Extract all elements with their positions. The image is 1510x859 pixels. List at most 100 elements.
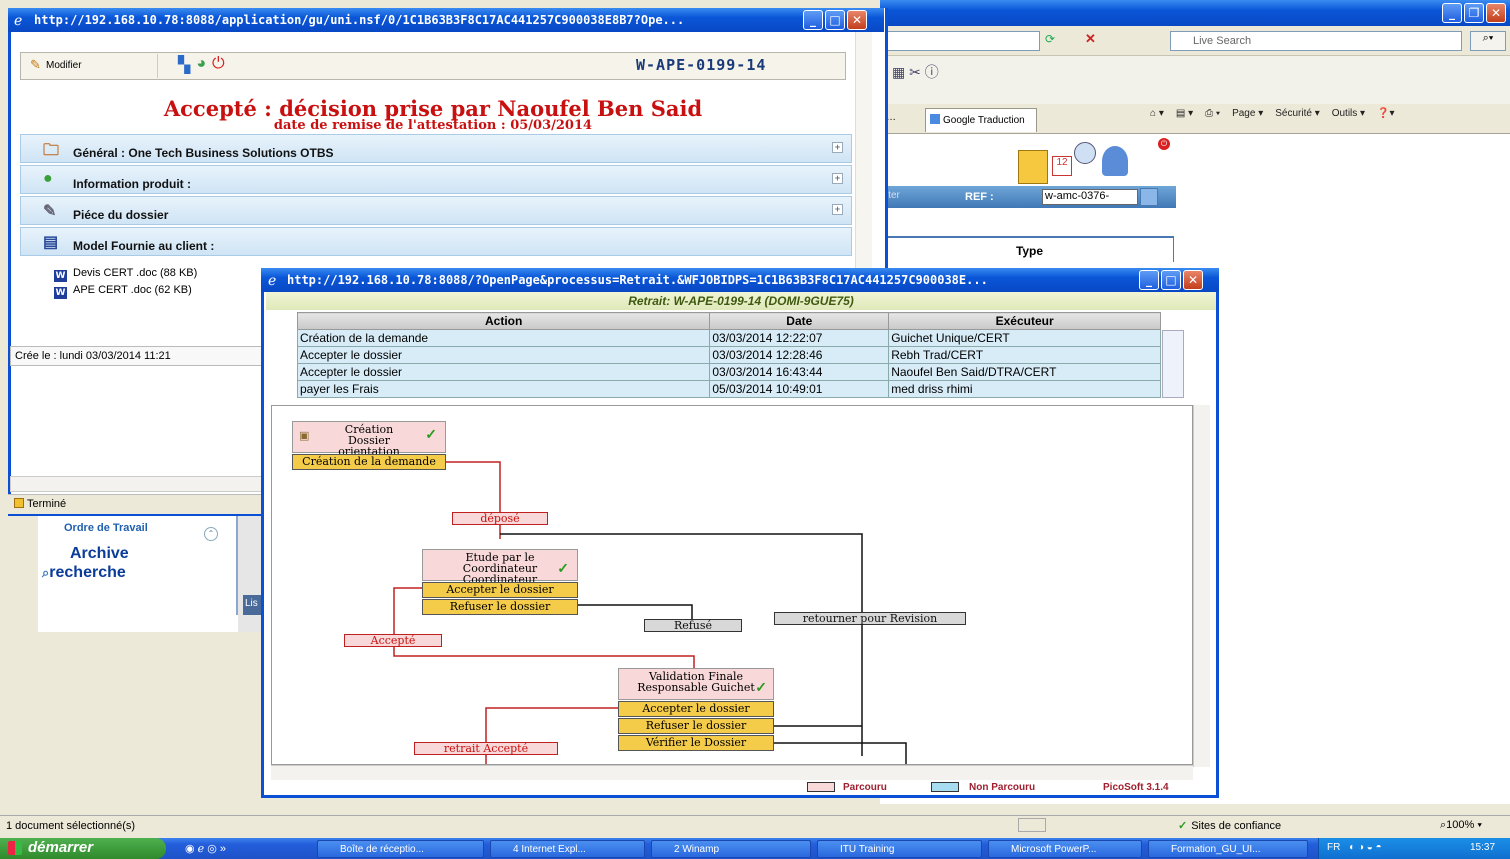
power-icon[interactable]: ⏻ [1158, 138, 1170, 150]
tools-menu[interactable]: Outils ▾ [1332, 108, 1365, 119]
cell-action: Accepter le dossier [296, 346, 711, 364]
zone-icon [1018, 818, 1046, 832]
close-button[interactable]: ✕ [1486, 3, 1506, 23]
start-button[interactable]: démarrer [0, 838, 166, 859]
globe-icon[interactable]: ◕ [196, 55, 206, 75]
check-icon: ✓ [425, 427, 437, 443]
page-menu[interactable]: Page ▾ [1232, 108, 1263, 119]
horizontal-scrollbar[interactable] [10, 476, 265, 492]
live-search-input[interactable]: Live Search [1170, 31, 1462, 51]
refresh-icon[interactable]: ⟳ [1045, 32, 1055, 46]
address-field[interactable] [880, 31, 1040, 51]
power-icon[interactable]: ⏻ [212, 55, 225, 75]
cell-executor: Guichet Unique/CERT [888, 329, 1161, 347]
button-verifier-dossier[interactable]: Vérifier le Dossier [618, 735, 774, 751]
minimize-button[interactable]: _ [1442, 3, 1462, 23]
expand-icon[interactable]: + [832, 173, 843, 184]
section-information-produit[interactable]: ● Information produit : + [20, 165, 852, 194]
section-general[interactable]: 🗀 Général : One Tech Business Solutions … [20, 134, 852, 163]
cell-date: 03/03/2014 12:22:07 [709, 329, 890, 347]
table-row[interactable]: Accepter le dossier 03/03/2014 16:43:44 … [296, 363, 1161, 381]
document-stack-icon: ▤ [43, 234, 59, 251]
list-tab-stub[interactable]: Lis [243, 595, 263, 615]
section-model-fournie[interactable]: ▤ Model Fournie au client : [20, 227, 852, 256]
document-number: W-APE-0199-14 [636, 56, 767, 74]
section-piece-dossier[interactable]: ✎ Piéce du dossier + [20, 196, 852, 225]
close-button[interactable]: ✕ [1183, 270, 1203, 290]
taskbar-item-formation[interactable]: Formation_GU_UI... [1148, 840, 1308, 858]
edge-label-retrait: retrait Accepté [414, 742, 558, 755]
collapse-icon[interactable]: ⌃ [204, 527, 218, 541]
maximize-button[interactable]: □ [1161, 270, 1181, 290]
tab-google-traduction[interactable]: Google Traduction [925, 108, 1037, 132]
node-icon: ▣ [299, 429, 310, 442]
minimize-button[interactable]: _ [1139, 270, 1159, 290]
history-scrollbar[interactable] [1162, 330, 1184, 398]
help-icon[interactable]: ❓▾ [1377, 108, 1394, 119]
security-menu[interactable]: Sécurité ▾ [1275, 108, 1319, 119]
modifier-button[interactable]: Modifier [22, 54, 158, 78]
column-header-executor: Exécuteur [888, 312, 1161, 330]
calendar-icon: 12 [1052, 156, 1072, 176]
edge-label-depose: déposé [452, 512, 548, 525]
zoom-level[interactable]: ⌕100% ▾ [1440, 819, 1482, 832]
cell-executor: Naoufel Ben Said/DTRA/CERT [888, 363, 1161, 381]
feeds-icon[interactable]: ▤ ▾ [1176, 108, 1193, 119]
check-icon: ✓ [755, 680, 767, 696]
archive-link[interactable]: Archive [70, 545, 129, 563]
cell-executor: Rebh Trad/CERT [888, 346, 1161, 364]
taskbar-item-itu[interactable]: ITU Training [817, 840, 982, 858]
expand-icon[interactable]: + [832, 204, 843, 215]
file-item[interactable]: W APE CERT .doc (62 KB) [54, 282, 197, 299]
search-go-button[interactable]: ⌕▾ [1470, 31, 1506, 51]
button-final-refuser[interactable]: Refuser le dossier [618, 718, 774, 734]
edge-final-verify [773, 742, 907, 764]
minimize-button[interactable]: _ [803, 10, 823, 30]
taskbar-item-ie[interactable]: 4 Internet Expl... [490, 840, 645, 858]
restore-button[interactable]: ❐ [1464, 3, 1484, 23]
legend-parcouru: Parcouru [843, 782, 887, 793]
ordre-de-travail-link[interactable]: Ordre de Travail [40, 522, 230, 540]
workflow-diagram: ▣ Création Dossier orientation ✓ Créatio… [271, 405, 1193, 765]
background-address-bar: ⟳ ✕ Live Search ⌕▾ [880, 26, 1510, 56]
diagram-vertical-scrollbar[interactable] [1193, 405, 1210, 767]
cell-executor: med driss rhimi [888, 380, 1161, 398]
created-date: Crée le : lundi 03/03/2014 11:21 [10, 346, 266, 366]
workflow-icon[interactable]: ▚ [178, 55, 190, 75]
toolbar-icons[interactable]: ▦ ✂ ⓘ [892, 62, 939, 82]
home-icon[interactable]: ⌂ ▾ [1150, 108, 1164, 119]
ref-search-button[interactable] [1140, 188, 1158, 206]
ref-input[interactable]: w-amc-0376- [1042, 189, 1138, 205]
table-header-row: Action Date Exécuteur [296, 312, 1161, 330]
edge-label-accepte: Accepté [344, 634, 442, 647]
table-row[interactable]: Accepter le dossier 03/03/2014 12:28:46 … [296, 346, 1161, 364]
quick-launch-icons[interactable]: ◉ ℯ ◎ » [185, 842, 226, 855]
folder-icon [1018, 150, 1048, 184]
taskbar-item-powerpoint[interactable]: Microsoft PowerP... [988, 840, 1142, 858]
clock-icon [1074, 142, 1096, 164]
diagram-horizontal-scrollbar[interactable] [271, 765, 1193, 780]
maximize-button[interactable]: □ [825, 10, 845, 30]
recherche-link[interactable]: ⌕recherche [42, 564, 126, 582]
edge-label-refuse: Refusé [644, 619, 742, 632]
taskbar-item-winamp[interactable]: 2 Winamp [651, 840, 811, 858]
table-row[interactable]: payer les Frais 05/03/2014 10:49:01 med … [296, 380, 1161, 398]
file-item[interactable]: W Devis CERT .doc (88 KB) [54, 265, 197, 282]
close-button[interactable]: ✕ [847, 10, 867, 30]
tray-icons[interactable]: ◐ ◑ ◒ ◓ [1349, 842, 1382, 853]
ref-label: REF : [965, 191, 994, 203]
expand-icon[interactable]: + [832, 142, 843, 153]
table-row[interactable]: Création de la demande 03/03/2014 12:22:… [296, 329, 1161, 347]
windows-logo-icon [8, 841, 22, 855]
taskbar-item-outlook[interactable]: Boîte de réceptio... [317, 840, 484, 858]
print-icon[interactable]: ⎙ ▾ [1205, 108, 1220, 119]
button-accepter-dossier[interactable]: Accepter le dossier [422, 582, 578, 598]
language-indicator[interactable]: FR [1327, 842, 1340, 853]
word-doc-icon: W [54, 287, 67, 299]
button-final-accepter[interactable]: Accepter le dossier [618, 701, 774, 717]
diagram-legend: Parcouru Non Parcouru PicoSoft 3.1.4 [271, 780, 1193, 796]
button-creation-demande[interactable]: Création de la demande [292, 454, 446, 470]
button-refuser-dossier[interactable]: Refuser le dossier [422, 599, 578, 615]
paperclip-icon: ✎ [43, 203, 57, 220]
stop-icon[interactable]: ✕ [1085, 31, 1096, 47]
